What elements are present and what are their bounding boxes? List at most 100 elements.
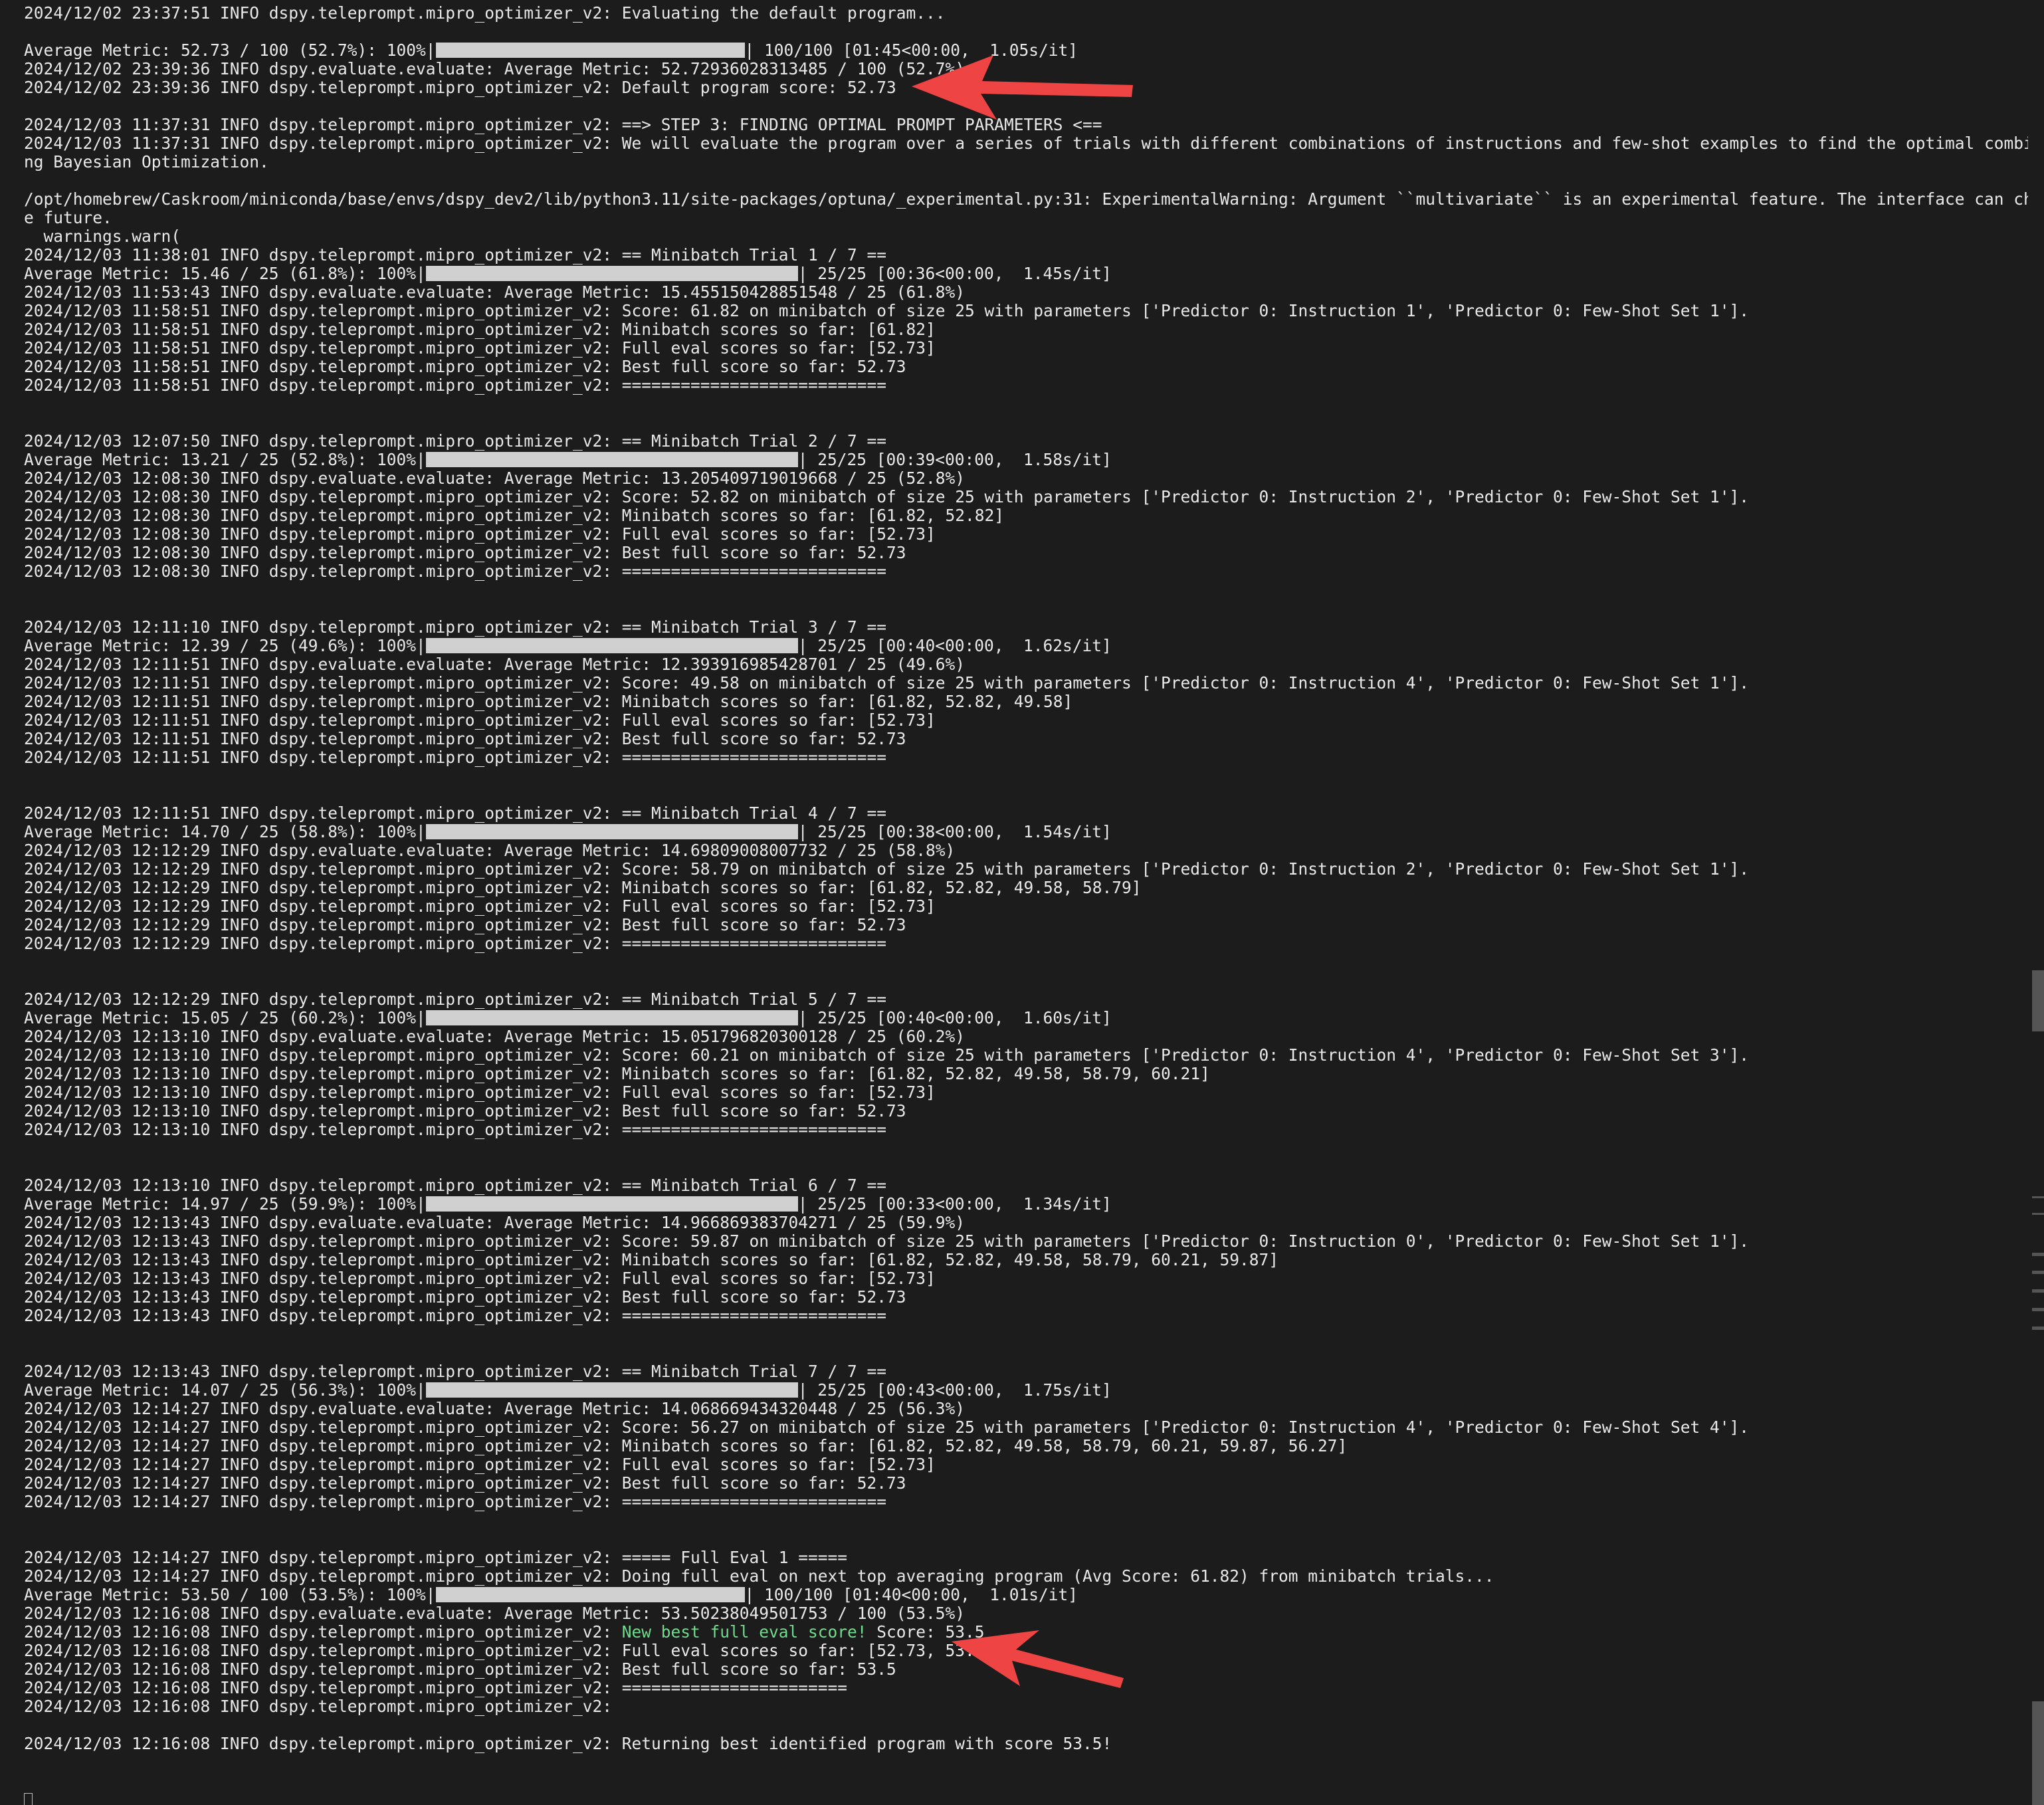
log-line: 2024/12/03 12:11:51 INFO dspy.teleprompt… (24, 674, 2024, 692)
log-text: 2024/12/03 11:58:51 INFO dspy.teleprompt… (24, 338, 936, 358)
terminal-cursor[interactable] (24, 1793, 33, 1805)
progress-bar (425, 1010, 798, 1025)
log-line: 2024/12/03 12:11:10 INFO dspy.teleprompt… (24, 618, 2024, 637)
log-text: 2024/12/03 12:16:08 INFO dspy.teleprompt… (24, 1659, 896, 1679)
log-line: 2024/12/03 12:13:10 INFO dspy.teleprompt… (24, 1120, 2024, 1139)
progress-bar (425, 1196, 798, 1212)
log-text: 2024/12/02 23:37:51 INFO dspy.teleprompt… (24, 3, 946, 23)
log-text: 2024/12/03 12:12:29 INFO dspy.teleprompt… (24, 878, 1142, 897)
log-line: warnings.warn( (24, 227, 2024, 246)
log-text-suffix: | 25/25 [00:40<00:00, 1.60s/it] (797, 1008, 1112, 1027)
log-line: 2024/12/03 12:13:10 INFO dspy.teleprompt… (24, 1176, 2024, 1195)
log-text: 2024/12/03 12:11:51 INFO dspy.teleprompt… (24, 673, 1750, 692)
log-text-suffix: | 100/100 [01:45<00:00, 1.05s/it] (744, 41, 1078, 60)
progress-bar (425, 638, 798, 653)
log-text: 2024/12/03 11:37:31 INFO dspy.teleprompt… (24, 134, 2028, 153)
progress-bar (435, 43, 745, 58)
log-line: 2024/12/03 12:13:10 INFO dspy.teleprompt… (24, 1065, 2024, 1083)
log-text: 2024/12/03 12:12:29 INFO dspy.teleprompt… (24, 859, 1750, 879)
log-line: 2024/12/03 12:14:27 INFO dspy.teleprompt… (24, 1474, 2024, 1493)
log-line: 2024/12/02 23:39:36 INFO dspy.teleprompt… (24, 78, 2024, 97)
log-text: 2024/12/03 12:14:27 INFO dspy.teleprompt… (24, 1566, 1494, 1586)
log-text: 2024/12/03 12:14:27 INFO dspy.teleprompt… (24, 1473, 906, 1493)
scrollbar-marker (2032, 1327, 2044, 1330)
log-line: 2024/12/03 12:08:30 INFO dspy.teleprompt… (24, 525, 2024, 544)
log-text-suffix: | 25/25 [00:39<00:00, 1.58s/it] (797, 450, 1112, 469)
progress-bar (425, 266, 798, 281)
log-line: 2024/12/03 11:37:31 INFO dspy.teleprompt… (24, 116, 2024, 134)
progress-line: Average Metric: 13.21 / 25 (52.8%): 100%… (24, 451, 2024, 469)
progress-line: Average Metric: 14.07 / 25 (56.3%): 100%… (24, 1381, 2024, 1400)
log-text: Average Metric: 14.07 / 25 (56.3%): 100%… (24, 1380, 426, 1400)
log-line: 2024/12/03 12:12:29 INFO dspy.teleprompt… (24, 916, 2024, 934)
log-text-suffix: | 100/100 [01:40<00:00, 1.01s/it] (744, 1585, 1078, 1604)
log-line: 2024/12/03 12:13:43 INFO dspy.teleprompt… (24, 1307, 2024, 1325)
log-text: 2024/12/03 12:13:10 INFO dspy.teleprompt… (24, 1101, 906, 1120)
log-text: 2024/12/03 12:13:10 INFO dspy.teleprompt… (24, 1176, 887, 1195)
scrollbar[interactable] (2028, 0, 2044, 1805)
log-line: 2024/12/03 12:11:51 INFO dspy.teleprompt… (24, 730, 2024, 748)
progress-line: Average Metric: 14.97 / 25 (59.9%): 100%… (24, 1195, 2024, 1214)
progress-line: Average Metric: 15.05 / 25 (60.2%): 100%… (24, 1009, 2024, 1027)
log-line: 2024/12/03 11:58:51 INFO dspy.teleprompt… (24, 302, 2024, 320)
log-line: 2024/12/03 12:16:08 INFO dspy.teleprompt… (24, 1623, 2024, 1642)
log-text: 2024/12/02 23:39:36 INFO dspy.teleprompt… (24, 78, 896, 97)
log-text: 2024/12/03 12:14:27 INFO dspy.evaluate.e… (24, 1399, 966, 1418)
log-line: 2024/12/03 12:11:51 INFO dspy.teleprompt… (24, 692, 2024, 711)
log-text: 2024/12/03 12:14:27 INFO dspy.teleprompt… (24, 1436, 1348, 1455)
progress-line: Average Metric: 14.70 / 25 (58.8%): 100%… (24, 823, 2024, 841)
log-text: 2024/12/03 12:11:51 INFO dspy.teleprompt… (24, 748, 887, 767)
log-text: 2024/12/03 12:16:08 INFO dspy.evaluate.e… (24, 1604, 966, 1623)
log-text: 2024/12/03 12:13:10 INFO dspy.teleprompt… (24, 1120, 887, 1139)
log-text: 2024/12/03 12:16:08 INFO dspy.teleprompt… (24, 1734, 1112, 1753)
log-text: 2024/12/03 12:14:27 INFO dspy.teleprompt… (24, 1492, 887, 1511)
terminal-output[interactable]: 2024/12/02 23:37:51 INFO dspy.teleprompt… (0, 0, 2028, 1805)
log-text: 2024/12/03 12:13:43 INFO dspy.evaluate.e… (24, 1213, 966, 1232)
scrollbar-marker (2032, 1701, 2044, 1805)
log-line: 2024/12/03 12:07:50 INFO dspy.teleprompt… (24, 432, 2024, 451)
log-text: Average Metric: 15.05 / 25 (60.2%): 100%… (24, 1008, 426, 1027)
log-line: 2024/12/03 12:14:27 INFO dspy.teleprompt… (24, 1437, 2024, 1455)
log-line: 2024/12/03 12:13:10 INFO dspy.teleprompt… (24, 1083, 2024, 1102)
log-text: 2024/12/03 12:08:30 INFO dspy.teleprompt… (24, 506, 1005, 525)
log-text: warnings.warn( (24, 227, 181, 246)
log-line: 2024/12/03 12:11:51 INFO dspy.teleprompt… (24, 748, 2024, 767)
log-text: 2024/12/03 12:13:10 INFO dspy.teleprompt… (24, 1083, 936, 1102)
scrollbar-marker (2032, 1196, 2044, 1198)
log-line: 2024/12/03 12:11:51 INFO dspy.evaluate.e… (24, 655, 2024, 674)
log-line: 2024/12/03 12:08:30 INFO dspy.teleprompt… (24, 488, 2024, 506)
log-line: 2024/12/03 12:13:10 INFO dspy.teleprompt… (24, 1046, 2024, 1065)
progress-line: Average Metric: 52.73 / 100 (52.7%): 100… (24, 41, 2024, 60)
log-text: 2024/12/03 12:11:10 INFO dspy.teleprompt… (24, 617, 887, 637)
log-text: 2024/12/03 12:12:29 INFO dspy.teleprompt… (24, 897, 936, 916)
log-text: 2024/12/03 12:12:29 INFO dspy.teleprompt… (24, 990, 887, 1009)
scrollbar-thumb[interactable] (2032, 970, 2044, 1031)
log-text: 2024/12/03 12:11:51 INFO dspy.teleprompt… (24, 729, 906, 748)
log-text: 2024/12/03 12:16:08 INFO dspy.teleprompt… (24, 1622, 622, 1642)
log-text: 2024/12/03 12:16:08 INFO dspy.teleprompt… (24, 1678, 848, 1697)
log-text: Average Metric: 13.21 / 25 (52.8%): 100%… (24, 450, 426, 469)
log-text: 2024/12/03 12:11:51 INFO dspy.teleprompt… (24, 710, 936, 730)
scrollbar-marker (2032, 1289, 2044, 1293)
log-line: 2024/12/03 12:16:08 INFO dspy.evaluate.e… (24, 1604, 2024, 1623)
scrollbar-marker (2032, 1213, 2044, 1215)
log-line: 2024/12/03 12:13:10 INFO dspy.evaluate.e… (24, 1027, 2024, 1046)
log-text-suffix: | 25/25 [00:40<00:00, 1.62s/it] (797, 636, 1112, 655)
log-text: 2024/12/03 12:12:29 INFO dspy.evaluate.e… (24, 841, 956, 860)
log-line: 2024/12/03 12:12:29 INFO dspy.teleprompt… (24, 990, 2024, 1009)
log-text: 2024/12/03 11:58:51 INFO dspy.teleprompt… (24, 301, 1750, 320)
log-text: 2024/12/03 12:08:30 INFO dspy.teleprompt… (24, 524, 936, 544)
progress-line: Average Metric: 15.46 / 25 (61.8%): 100%… (24, 265, 2024, 283)
log-text: 2024/12/03 12:16:08 INFO dspy.teleprompt… (24, 1697, 622, 1716)
log-text: 2024/12/03 11:58:51 INFO dspy.teleprompt… (24, 375, 887, 395)
progress-bar (425, 452, 798, 467)
log-line: 2024/12/03 12:13:43 INFO dspy.teleprompt… (24, 1232, 2024, 1251)
log-text: 2024/12/03 12:11:51 INFO dspy.teleprompt… (24, 803, 887, 823)
log-text: 2024/12/03 12:14:27 INFO dspy.teleprompt… (24, 1548, 848, 1567)
